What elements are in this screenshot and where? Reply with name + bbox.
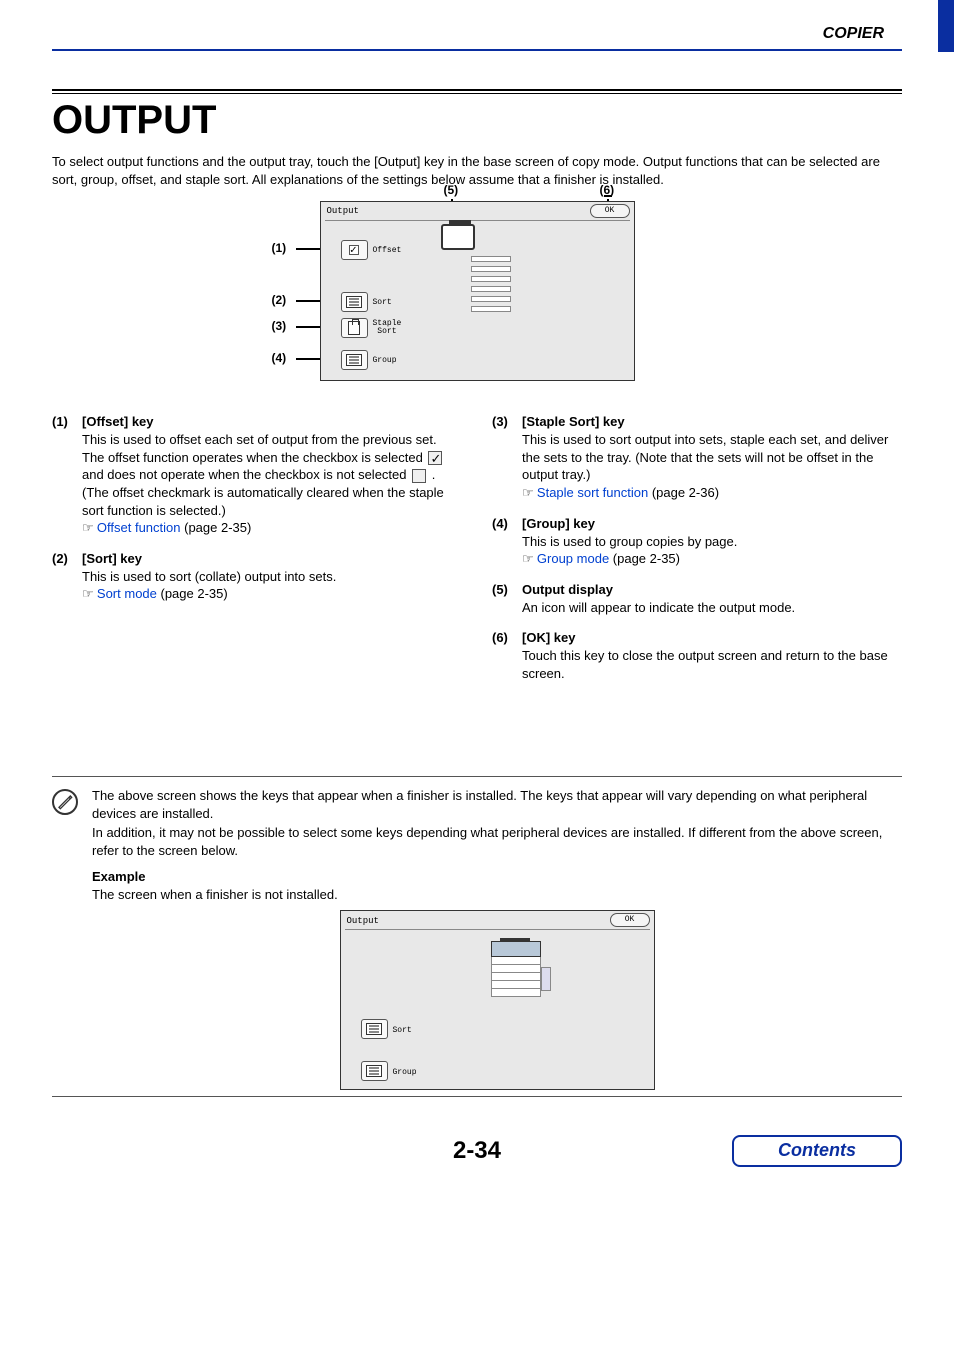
item-title: [Offset] key — [82, 414, 462, 429]
group-icon — [366, 1065, 382, 1077]
staple-sort-link[interactable]: Staple sort function — [537, 485, 648, 500]
item-desc: This is used to group copies by page. ☞ … — [522, 533, 902, 568]
note-text: The above screen shows the keys that app… — [92, 787, 902, 1095]
staple-icon — [348, 321, 360, 335]
example-label: Example — [92, 868, 902, 886]
sort-label: Sort — [373, 298, 392, 307]
pointer-icon: ☞ — [522, 485, 537, 500]
checkbox-checked-icon — [428, 451, 442, 465]
staple-label: Staple Sort — [373, 320, 402, 336]
group-button[interactable] — [361, 1061, 388, 1081]
group-label: Group — [373, 356, 397, 365]
callout-3: (3) — [272, 319, 287, 333]
group-label: Group — [393, 1067, 417, 1078]
item-desc: An icon will appear to indicate the outp… — [522, 599, 902, 617]
sort-button[interactable] — [341, 292, 368, 312]
item-desc: Touch this key to close the output scree… — [522, 647, 902, 682]
side-tab — [938, 0, 954, 52]
item-title: [OK] key — [522, 630, 902, 645]
staple-sort-button[interactable] — [341, 318, 368, 338]
checkbox-unchecked-icon — [412, 469, 426, 483]
page-title: OUTPUT — [52, 98, 902, 143]
group-mode-link[interactable]: Group mode — [537, 551, 609, 566]
offset-function-link[interactable]: Offset function — [97, 520, 181, 535]
note-icon — [52, 789, 78, 815]
sort-label: Sort — [393, 1025, 412, 1036]
callout-4: (4) — [272, 351, 287, 365]
item-title: [Sort] key — [82, 551, 462, 566]
item-title: [Group] key — [522, 516, 902, 531]
left-column: (1) [Offset] key This is used to offset … — [52, 414, 462, 696]
panel-title: Output — [347, 915, 379, 928]
item-num: (6) — [492, 630, 522, 682]
example-desc: The screen when a finisher is not instal… — [92, 886, 902, 904]
offset-button[interactable] — [341, 240, 368, 260]
section-header: COPIER — [0, 0, 954, 49]
output-diagram: (5) (6) (1) (2) (3) (4) Output OK Offset… — [320, 201, 635, 381]
title-rule — [52, 89, 902, 94]
printer-icon — [441, 224, 475, 250]
item-desc: This is used to sort (collate) output in… — [82, 568, 462, 603]
printer-icon — [491, 941, 541, 997]
item-num: (2) — [52, 551, 82, 603]
sort-icon — [366, 1023, 382, 1035]
item-title: [Staple Sort] key — [522, 414, 902, 429]
item-desc: This is used to offset each set of outpu… — [82, 431, 462, 536]
printer-trays — [471, 256, 511, 316]
item-num: (4) — [492, 516, 522, 568]
callout-2: (2) — [272, 293, 287, 307]
group-icon — [346, 354, 362, 366]
check-icon — [349, 245, 359, 255]
right-column: (3) [Staple Sort] key This is used to so… — [492, 414, 902, 696]
ok-button[interactable]: OK — [610, 913, 650, 927]
note-rule-bottom — [52, 1096, 902, 1097]
callout-1: (1) — [272, 241, 287, 255]
header-rule — [52, 49, 902, 51]
item-num: (5) — [492, 582, 522, 617]
item-num: (3) — [492, 414, 522, 501]
page-number: 2-34 — [453, 1137, 501, 1164]
output-panel-nofinisher: Output OK Sort Group — [340, 910, 655, 1090]
output-panel: Output OK Offset Sort Staple Sort Group — [320, 201, 635, 381]
sort-icon — [346, 296, 362, 308]
item-num: (1) — [52, 414, 82, 536]
item-title: Output display — [522, 582, 902, 597]
pointer-icon: ☞ — [82, 520, 97, 535]
group-button[interactable] — [341, 350, 368, 370]
pointer-icon: ☞ — [522, 551, 537, 566]
intro-text: To select output functions and the outpu… — [52, 153, 902, 189]
ok-button[interactable]: OK — [590, 204, 630, 218]
contents-button[interactable]: Contents — [732, 1135, 902, 1167]
offset-label: Offset — [373, 246, 402, 255]
pointer-icon: ☞ — [82, 586, 97, 601]
sort-mode-link[interactable]: Sort mode — [97, 586, 157, 601]
sort-button[interactable] — [361, 1019, 388, 1039]
item-desc: This is used to sort output into sets, s… — [522, 431, 902, 501]
panel-title: Output — [327, 206, 359, 216]
callout-5: (5) — [444, 183, 459, 197]
